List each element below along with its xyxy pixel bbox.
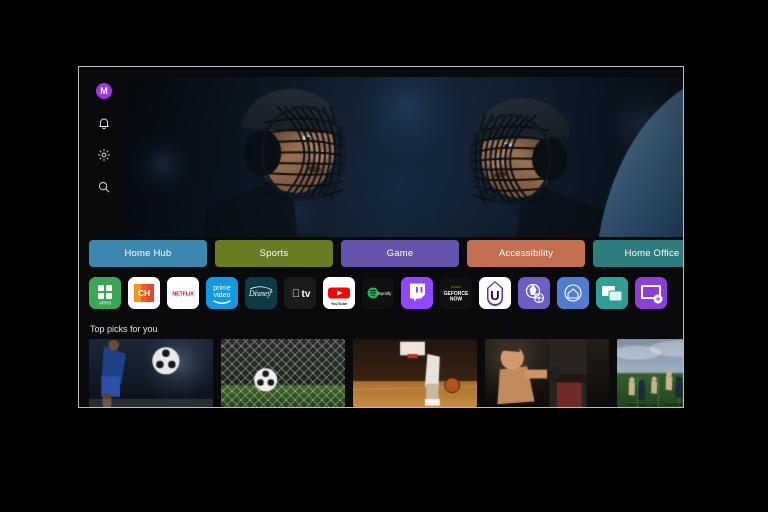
category-label: Home Hub (124, 248, 172, 259)
category-button-game[interactable]: Game (341, 240, 459, 267)
app-tile-netflix[interactable]: NETFLIX (167, 277, 199, 309)
svg-text:NVIDIA: NVIDIA (451, 285, 461, 289)
tv-screen: M Home Hub Sports Game Accessibility Hom… (79, 67, 683, 407)
pick-card-boxing-bag[interactable] (485, 339, 609, 407)
bell-icon (99, 118, 109, 130)
svg-text:Disney: Disney (248, 289, 272, 298)
pick-card-goal-net[interactable] (221, 339, 345, 407)
app-tile-lg-channels[interactable]: CH (128, 277, 160, 309)
pick-thumbnail-boxing-bag (485, 339, 609, 407)
app-tile-sports-hub[interactable] (518, 277, 550, 309)
svg-text:prime: prime (213, 285, 231, 292)
hero-image (129, 77, 683, 237)
app-tile-screen-share[interactable] (635, 277, 667, 309)
svg-text:U: U (490, 288, 499, 303)
app-tile-home-dashboard[interactable] (557, 277, 589, 309)
app-tile-prime-video[interactable]: prime video (206, 277, 238, 309)
pick-thumbnail-american-football (617, 339, 683, 407)
svg-text:Spotify: Spotify (378, 291, 393, 296)
category-row: Home Hub Sports Game Accessibility Home Offi… (89, 240, 683, 267)
svg-text::  (292, 288, 300, 300)
svg-text:video: video (214, 292, 231, 299)
app-tile-youtube[interactable]: YouTube (323, 277, 355, 309)
pick-thumbnail-goal-net (221, 339, 345, 407)
sidebar-item-settings[interactable] (93, 144, 115, 166)
tv-bezel: M Home Hub Sports Game Accessibility Hom… (78, 66, 684, 408)
svg-text:YouTube: YouTube (331, 301, 348, 306)
category-label: Sports (259, 248, 289, 259)
top-picks-row (89, 339, 683, 407)
category-label: Home Office (624, 248, 680, 259)
avatar: M (96, 83, 112, 99)
sidebar-item-profile[interactable]: M (93, 80, 115, 102)
app-row: APPSCHNETFLIXprimevideoDisney+tvYouTube… (89, 277, 683, 309)
svg-text:CH: CH (138, 288, 150, 298)
app-tile-spotify[interactable]: Spotify (362, 277, 394, 309)
app-tile-apple-tv[interactable]: tv (284, 277, 316, 309)
gear-icon (97, 148, 111, 162)
category-button-accessibility[interactable]: Accessibility (467, 240, 585, 267)
svg-text:tv: tv (302, 289, 311, 300)
app-tile-u-app[interactable]: U (479, 277, 511, 309)
pick-card-basketball-court[interactable] (353, 339, 477, 407)
search-icon (99, 182, 110, 193)
app-tile-twitch[interactable] (401, 277, 433, 309)
category-button-sports[interactable]: Sports (215, 240, 333, 267)
svg-text:NETFLIX: NETFLIX (172, 292, 194, 298)
side-rail: M (79, 67, 129, 407)
app-tile-disney-plus[interactable]: Disney + (245, 277, 277, 309)
pick-card-american-football[interactable] (617, 339, 683, 407)
category-label: Game (386, 248, 414, 259)
app-tile-multi-view[interactable] (596, 277, 628, 309)
category-label: Accessibility (498, 248, 554, 259)
pick-thumbnail-basketball-court (353, 339, 477, 407)
sidebar-item-search[interactable] (93, 176, 115, 198)
category-button-home-office[interactable]: Home Office (593, 240, 683, 267)
hero-banner[interactable] (129, 77, 683, 237)
sidebar-item-notifications[interactable] (93, 112, 115, 134)
app-tile-geforce-now[interactable]: NVIDIA GEFORCE NOW (440, 277, 472, 309)
svg-text:NOW: NOW (450, 297, 463, 303)
